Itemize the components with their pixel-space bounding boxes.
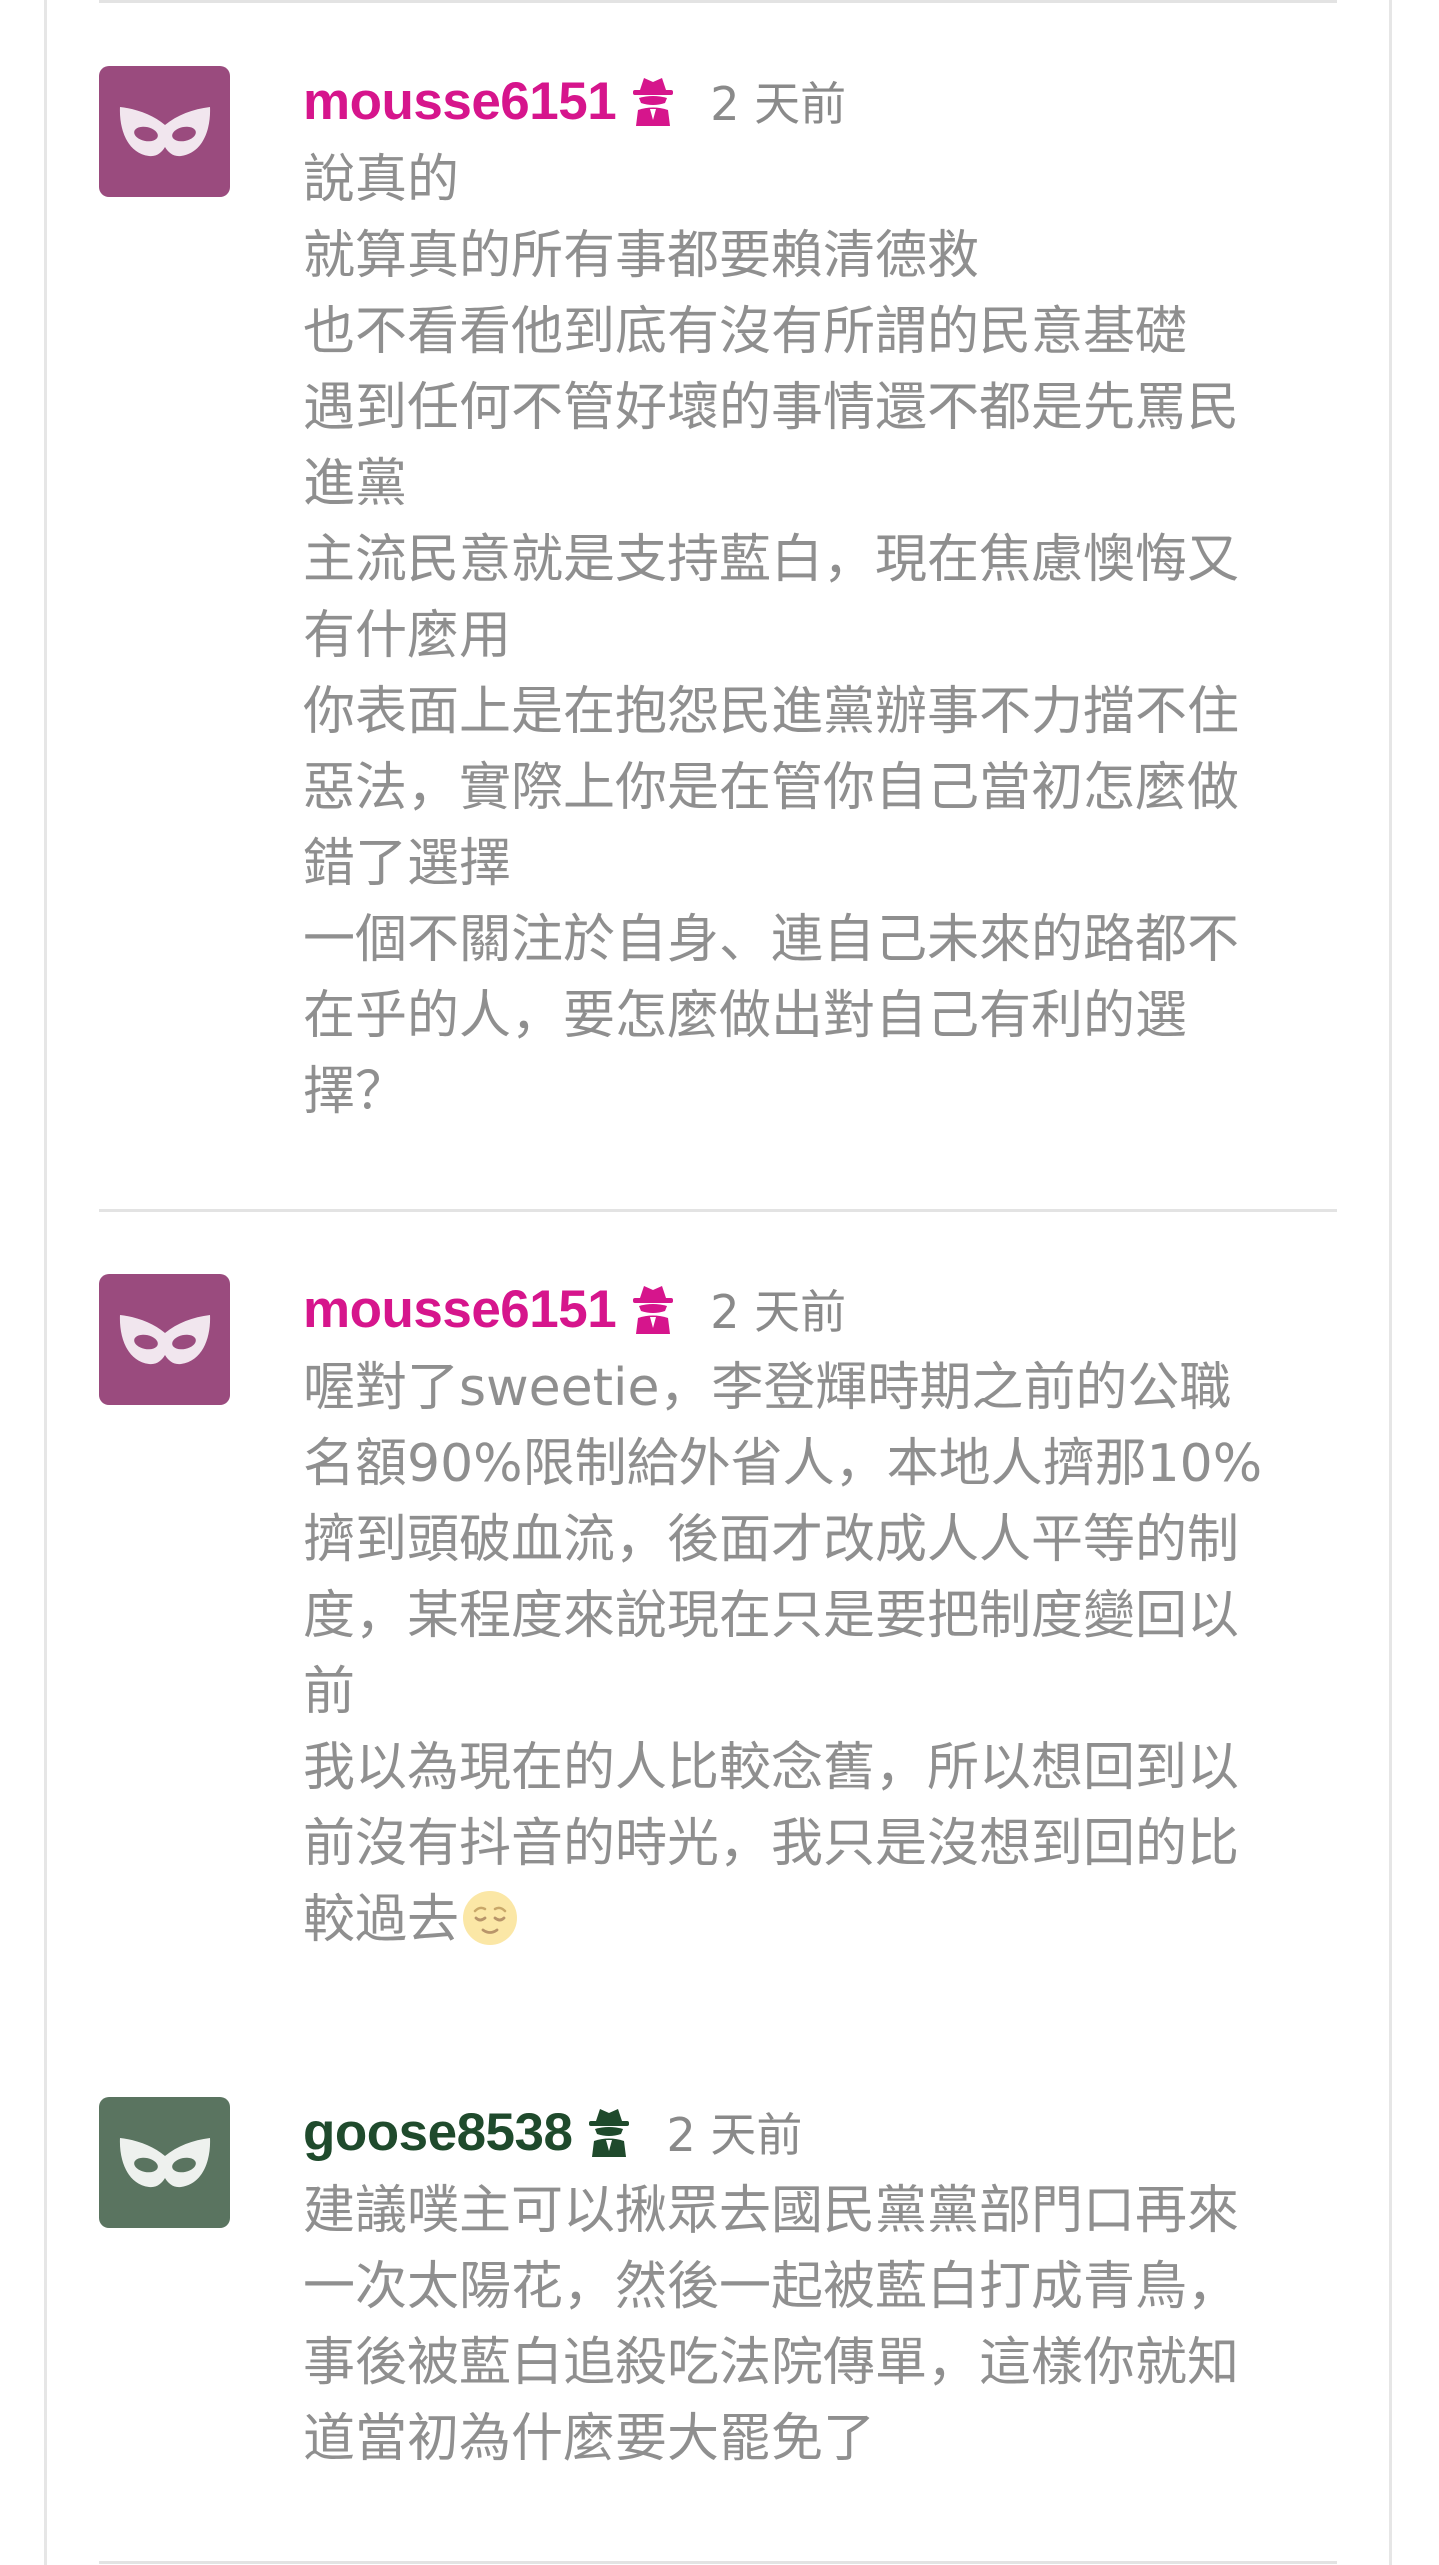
comment-divider bbox=[99, 1209, 1337, 1212]
comment-line: 前沒有抖音的時光，我只是沒想到回的比 bbox=[303, 1814, 1240, 1874]
spy-icon bbox=[589, 2109, 630, 2157]
comment-divider bbox=[99, 2561, 1337, 2564]
comment-line: 喔對了sweetie，李登輝時期之前的公職 bbox=[303, 1358, 1232, 1418]
comment-body: 喔對了sweetie，李登輝時期之前的公職 名額90%限制給外省人，本地人擠那1… bbox=[303, 1350, 1439, 1958]
comment-line: 一個不關注於自身、連自己未來的路都不 bbox=[303, 910, 1240, 970]
mask-icon bbox=[119, 1314, 210, 1364]
comment-line: 也不看看他到底有沒有所謂的民意基礎 bbox=[303, 302, 1188, 362]
comment-line: 錯了選擇 bbox=[303, 834, 512, 894]
comment-line: 道當初為什麼要大罷免了 bbox=[303, 2409, 876, 2469]
comment-line: 就算真的所有事都要賴清德救 bbox=[303, 226, 980, 286]
page: mousse6151 2 天前 說真的 就算真的所有事都要賴清德救 也不看看他到… bbox=[0, 0, 1439, 2565]
comment-line: 前 bbox=[303, 1662, 356, 1722]
timestamp: 2 天前 bbox=[710, 77, 847, 131]
comment-body: 建議噗主可以揪眾去國民黨黨部門口再來 一次太陽花，然後一起被藍白打成青鳥， 事後… bbox=[303, 2173, 1439, 2477]
comment-line: 我以為現在的人比較念舊，所以想回到以 bbox=[303, 1738, 1240, 1798]
comment-line: 你表面上是在抱怨民進黨辦事不力擋不住 bbox=[303, 682, 1240, 742]
spy-icon bbox=[633, 1286, 674, 1334]
comment-line: 進黨 bbox=[303, 454, 408, 514]
username-link[interactable]: mousse6151 bbox=[303, 71, 617, 132]
comment-item: mousse6151 2 天前 喔對了sweetie，李登輝時期之前的公職 名額… bbox=[99, 1274, 1339, 1974]
mask-icon bbox=[119, 106, 210, 156]
comment-line: 建議噗主可以揪眾去國民黨黨部門口再來 bbox=[303, 2181, 1240, 2241]
comment-line: 有什麼用 bbox=[303, 606, 512, 666]
comment-line: 擠到頭破血流，後面才改成人人平等的制 bbox=[303, 1510, 1240, 1570]
comment-body: 說真的 就算真的所有事都要賴清德救 也不看看他到底有沒有所謂的民意基礎 遇到任何… bbox=[303, 142, 1439, 1130]
comment-line: 一次太陽花，然後一起被藍白打成青鳥， bbox=[303, 2257, 1240, 2317]
comment-line: 事後被藍白追殺吃法院傳單，這樣你就知 bbox=[303, 2333, 1240, 2393]
comment-line: 說真的 bbox=[303, 150, 460, 210]
comment-item: goose8538 2 天前 建議噗主可以揪眾去國民黨黨部門口再來 一次太陽花，… bbox=[99, 2097, 1339, 2497]
username-link[interactable]: mousse6151 bbox=[303, 1279, 617, 1340]
comment-line: 遇到任何不管好壞的事情還不都是先罵民 bbox=[303, 378, 1240, 438]
avatar[interactable] bbox=[99, 66, 230, 197]
comment-text: 較過去 bbox=[303, 1890, 460, 1950]
mask-icon bbox=[119, 2137, 210, 2187]
spy-icon bbox=[633, 78, 674, 126]
comment-line: 名額90%限制給外省人，本地人擠那10% bbox=[303, 1434, 1263, 1494]
comment-meta: goose8538 2 天前 bbox=[303, 2097, 802, 2167]
comment-line-with-emoji: 較過去 bbox=[303, 1882, 1439, 1958]
comment-line: 度，某程度來說現在只是要把制度變回以 bbox=[303, 1586, 1240, 1646]
comment-item: mousse6151 2 天前 說真的 就算真的所有事都要賴清德救 也不看看他到… bbox=[99, 66, 1339, 1126]
avatar[interactable] bbox=[99, 1274, 230, 1405]
username-link[interactable]: goose8538 bbox=[303, 2102, 573, 2163]
avatar[interactable] bbox=[99, 2097, 230, 2228]
comment-line: 惡法，實際上你是在管你自己當初怎麼做 bbox=[303, 758, 1240, 818]
comment-meta: mousse6151 2 天前 bbox=[303, 1274, 846, 1344]
comment-line: 擇？ bbox=[303, 1062, 408, 1122]
comment-line: 在乎的人，要怎麼做出對自己有利的選 bbox=[303, 986, 1188, 1046]
relieved-face-emoji bbox=[463, 1891, 518, 1945]
timestamp: 2 天前 bbox=[666, 2108, 803, 2162]
comment-meta: mousse6151 2 天前 bbox=[303, 66, 846, 136]
timestamp: 2 天前 bbox=[710, 1285, 847, 1339]
comment-line: 主流民意就是支持藍白，現在焦慮懊悔又 bbox=[303, 530, 1240, 590]
comment-divider bbox=[99, 0, 1337, 3]
